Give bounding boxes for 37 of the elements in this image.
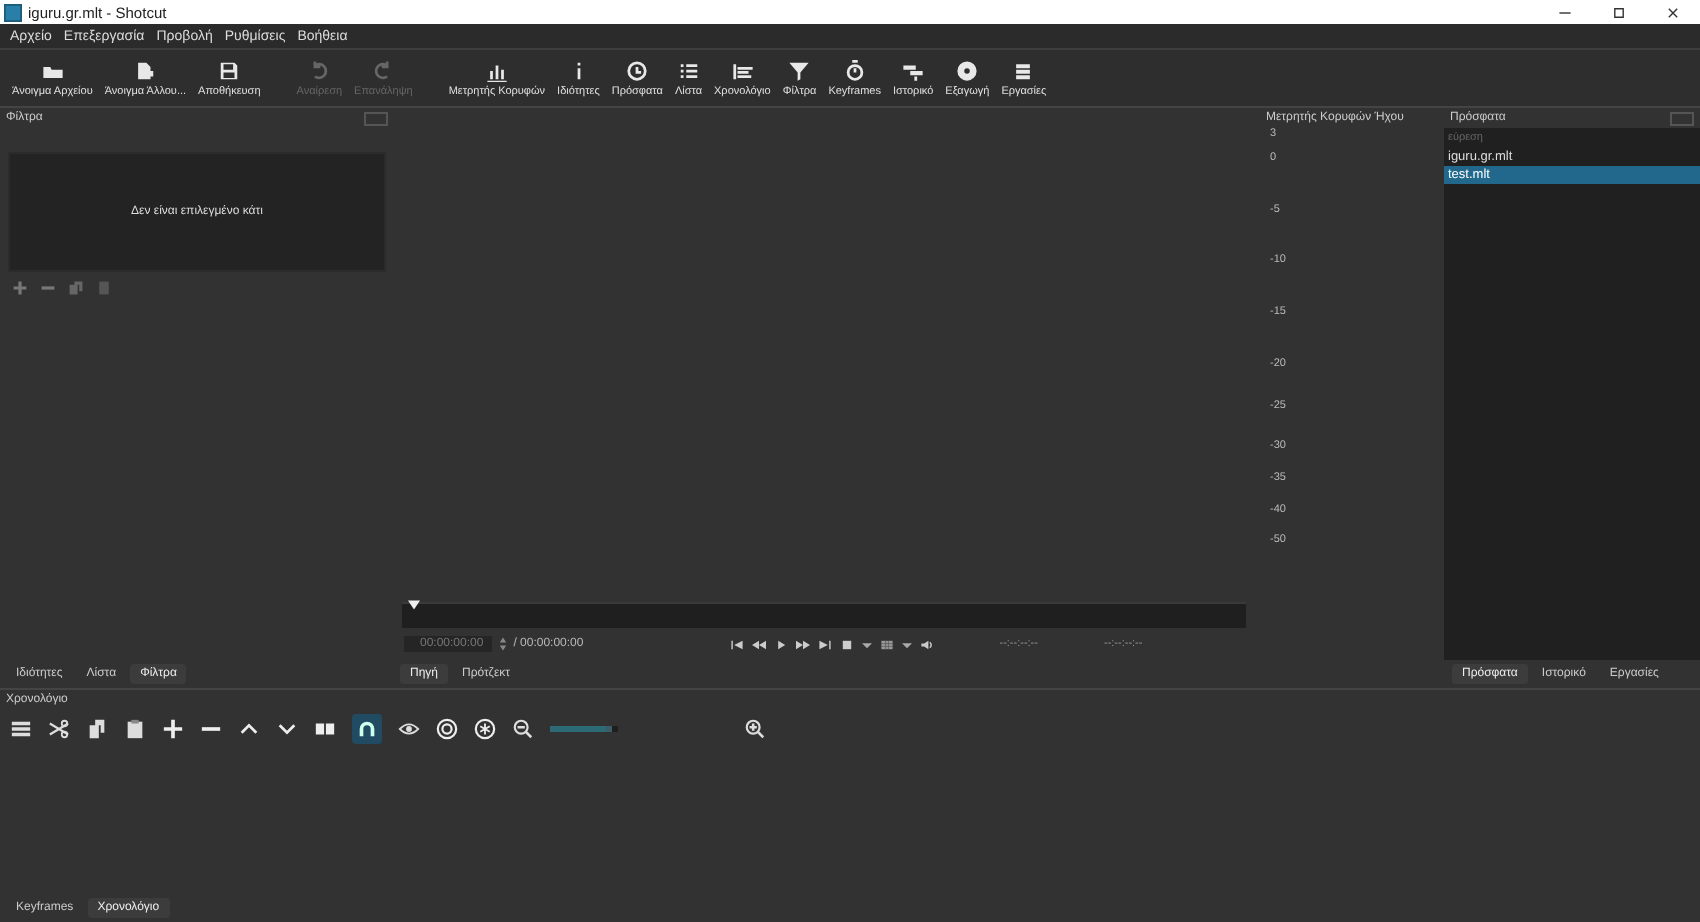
- zoom-in-icon[interactable]: [744, 717, 766, 739]
- toolbar-icon: [218, 59, 241, 81]
- grid-icon[interactable]: [879, 637, 894, 651]
- copy-icon[interactable]: [86, 717, 108, 739]
- spin-icon[interactable]: [497, 636, 508, 652]
- toolbar-icon: [843, 59, 866, 81]
- menu-icon[interactable]: [10, 717, 32, 739]
- toolbar-icon: [956, 59, 979, 81]
- paste-icon[interactable]: [124, 717, 146, 739]
- toolbar-icon: [1012, 59, 1035, 81]
- toolbar-icon: [308, 59, 331, 81]
- skip-end-icon[interactable]: [817, 637, 832, 651]
- remove-icon[interactable]: [40, 280, 56, 296]
- target-icon[interactable]: [436, 717, 458, 739]
- close-icon[interactable]: [1666, 5, 1680, 19]
- rewind-icon[interactable]: [751, 637, 766, 651]
- zoom-out-icon[interactable]: [512, 717, 534, 739]
- toolbar-icon: [731, 59, 754, 81]
- toolbar-icon: [677, 59, 700, 81]
- toolbar-icon: [372, 59, 395, 81]
- toolbar-icon: [134, 59, 157, 81]
- magnet-icon[interactable]: [352, 713, 382, 743]
- skip-start-icon[interactable]: [729, 637, 744, 651]
- volume-icon[interactable]: [919, 637, 934, 651]
- caret-icon[interactable]: [861, 639, 872, 649]
- caret-icon[interactable]: [901, 639, 912, 649]
- play-icon[interactable]: [773, 637, 788, 651]
- stop-icon[interactable]: [839, 637, 854, 651]
- maximize-icon[interactable]: [1612, 5, 1626, 19]
- fast-forward-icon[interactable]: [795, 637, 810, 651]
- add-icon[interactable]: [12, 280, 28, 296]
- app-icon: [4, 3, 22, 21]
- toolbar-icon: [788, 59, 811, 81]
- scissors-icon[interactable]: [48, 717, 70, 739]
- plus-icon[interactable]: [162, 717, 184, 739]
- toolbar-icon: [626, 59, 649, 81]
- asterisk-icon[interactable]: [474, 717, 496, 739]
